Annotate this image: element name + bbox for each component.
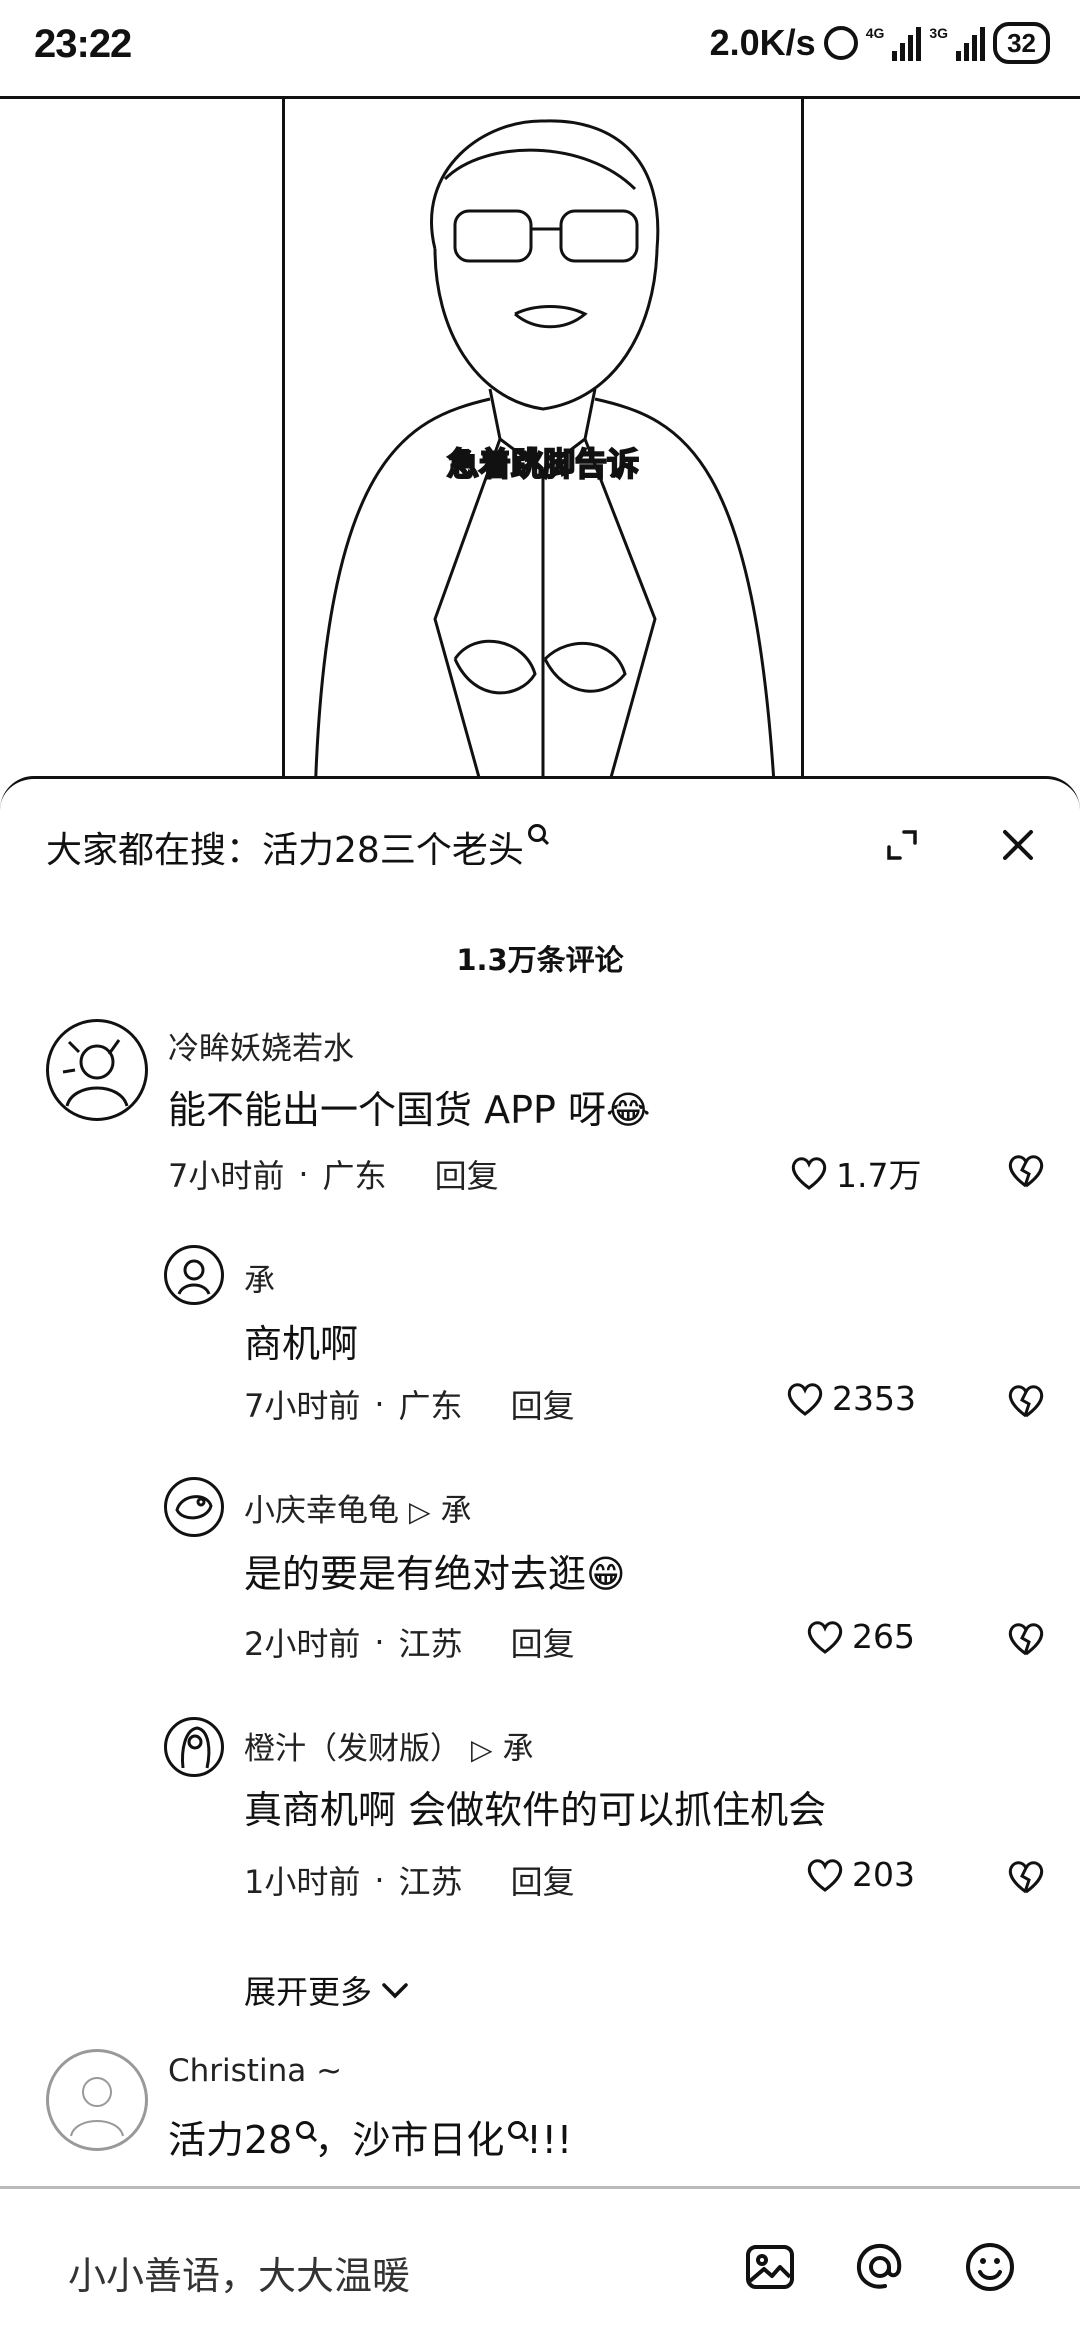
signal-icon-1: [892, 25, 922, 61]
reply-item: 橙汁（发财版） ▷ 承 真商机啊 会做软件的可以抓住机会 1小时前 · 江苏 回复 …: [0, 1717, 1080, 1901]
network-speed: 2.0K/s: [709, 22, 816, 63]
comment-meta: 7小时前 · 广东 回复: [168, 1151, 499, 1197]
reply-button[interactable]: 回复: [511, 1857, 575, 1903]
trending-search-prefix: 大家都在搜：: [46, 830, 263, 871]
comment-text-part: !!!: [526, 2118, 573, 2162]
reply-author-name: 小庆幸龟龟: [244, 1493, 399, 1529]
comment-count: 1.3万条评论: [456, 943, 624, 977]
meta-separator: ·: [374, 1385, 385, 1423]
avatar[interactable]: [164, 1245, 224, 1305]
avatar[interactable]: [46, 1019, 148, 1121]
comment-text: 能不能出一个国货 APP 呀😂: [168, 1079, 650, 1134]
reply-time: 2小时前: [244, 1625, 361, 1663]
reply-button[interactable]: 回复: [511, 1619, 575, 1665]
like-count: 203: [852, 1855, 915, 1894]
comment-text-part: 活力28: [168, 2118, 293, 2162]
reply-arrow-icon: ▷: [409, 1495, 431, 1528]
heart-icon: [807, 1620, 843, 1654]
comment-time: 7小时前: [168, 1157, 285, 1195]
reply-time: 1小时前: [244, 1863, 361, 1901]
reply-arrow-icon: ▷: [471, 1733, 493, 1766]
like-button[interactable]: 1.7万: [790, 1149, 921, 1197]
dislike-broken-heart-icon[interactable]: [1006, 1857, 1046, 1897]
comment-input-bar: 小小善语，大大温暖: [0, 2186, 1080, 2343]
comment-item: 冷眸妖娆若水 能不能出一个国货 APP 呀😂 7小时前 · 广东 回复 1.7万: [0, 1019, 1080, 1219]
comment-text-part: ，沙市日化: [314, 2118, 505, 2162]
comment-author[interactable]: 冷眸妖娆若水: [168, 1023, 354, 1068]
search-icon: [296, 2121, 315, 2139]
reply-location: 江苏: [398, 1863, 463, 1901]
status-bar: 23:22 2.0K/s 4G 3G 32: [0, 0, 1080, 96]
reply-text: 是的要是有绝对去逛😁: [244, 1543, 626, 1598]
reply-meta: 1小时前 · 江苏 回复: [244, 1857, 575, 1903]
comment-item: Christina ~ 活力28 ，沙市日化!!!: [0, 2049, 1080, 2189]
comment-author[interactable]: Christina ~: [168, 2053, 342, 2089]
meta-separator: ·: [298, 1155, 309, 1193]
image-icon[interactable]: [742, 2239, 798, 2295]
like-button[interactable]: 203: [806, 1855, 915, 1894]
dislike-broken-heart-icon[interactable]: [1006, 1151, 1046, 1191]
chevron-down-icon: [382, 1983, 408, 1999]
battery-indicator: 32: [993, 22, 1050, 64]
network-type-1: 4G: [865, 25, 885, 41]
reply-location: 广东: [398, 1387, 463, 1425]
expand-more-label: 展开更多: [244, 1973, 373, 2011]
comment-input[interactable]: 小小善语，大大温暖: [68, 2245, 410, 2300]
dislike-broken-heart-icon[interactable]: [1006, 1619, 1046, 1659]
reply-button[interactable]: 回复: [511, 1381, 575, 1427]
expand-icon[interactable]: [884, 827, 920, 863]
avatar[interactable]: [164, 1477, 224, 1537]
mention-icon[interactable]: [852, 2239, 908, 2295]
signal-icon-2: [956, 25, 986, 61]
like-count: 2353: [832, 1379, 916, 1418]
reply-text-body: 是的要是有绝对去逛: [244, 1552, 587, 1596]
video-frame[interactable]: 急着跳脚告诉: [282, 99, 804, 799]
reply-target[interactable]: 承: [441, 1493, 472, 1529]
heart-icon: [807, 1858, 843, 1892]
meta-separator: ·: [374, 1861, 385, 1899]
network-type-2: 3G: [929, 25, 949, 41]
search-icon: [508, 2121, 527, 2139]
avatar[interactable]: [164, 1717, 224, 1777]
emoji-laugh-icon: 😂: [605, 1088, 651, 1132]
heart-icon: [791, 1157, 827, 1190]
reply-location: 江苏: [398, 1625, 463, 1663]
trending-search-term[interactable]: 活力28三个老头: [262, 821, 524, 873]
comment-text-body: 能不能出一个国货 APP 呀: [168, 1088, 606, 1132]
reply-time: 7小时前: [244, 1387, 361, 1425]
like-count: 265: [852, 1617, 915, 1656]
alarm-icon: [823, 26, 858, 60]
emoji-icon[interactable]: [962, 2239, 1018, 2295]
dislike-broken-heart-icon[interactable]: [1006, 1381, 1046, 1421]
reply-item: 小庆幸龟龟 ▷ 承 是的要是有绝对去逛😁 2小时前 · 江苏 回复 265: [0, 1477, 1080, 1663]
like-button[interactable]: 265: [806, 1617, 915, 1656]
close-icon[interactable]: [998, 825, 1038, 865]
reply-meta: 7小时前 · 广东 回复: [244, 1381, 575, 1427]
status-indicators: 2.0K/s 4G 3G 32: [710, 22, 1050, 64]
reply-meta: 2小时前 · 江苏 回复: [244, 1619, 575, 1665]
reply-button[interactable]: 回复: [435, 1151, 499, 1197]
reply-author[interactable]: 承: [244, 1255, 275, 1300]
video-caption: 急着跳脚告诉: [446, 444, 640, 484]
comment-sheet: 大家都在搜： 活力28三个老头 1.3万条评论 冷眸妖娆若水 能不能出一个国货 …: [0, 776, 1080, 2343]
like-button[interactable]: 2353: [786, 1379, 916, 1418]
status-time: 23:22: [34, 22, 132, 66]
emoji-grin-icon: 😁: [586, 1552, 626, 1596]
comment-location: 广东: [322, 1157, 387, 1195]
heart-icon: [787, 1382, 823, 1416]
comment-text: 活力28 ，沙市日化!!!: [168, 2109, 572, 2164]
expand-more-replies[interactable]: 展开更多: [244, 1967, 410, 2013]
reply-target[interactable]: 承: [503, 1731, 534, 1767]
meta-separator: ·: [374, 1623, 385, 1661]
reply-text: 商机啊: [244, 1322, 359, 1366]
reply-author[interactable]: 小庆幸龟龟 ▷ 承: [244, 1485, 472, 1530]
video-player[interactable]: 急着跳脚告诉: [0, 96, 1080, 799]
reply-text: 真商机啊 会做软件的可以抓住机会: [244, 1788, 827, 1832]
reply-author[interactable]: 橙汁（发财版） ▷ 承: [244, 1723, 534, 1768]
reply-author-name: 橙汁（发财版）: [244, 1731, 461, 1767]
reply-item: 承 商机啊 7小时前 · 广东 回复 2353: [0, 1245, 1080, 1425]
avatar[interactable]: [46, 2049, 148, 2151]
like-count: 1.7万: [836, 1156, 922, 1195]
search-icon: [527, 824, 546, 842]
